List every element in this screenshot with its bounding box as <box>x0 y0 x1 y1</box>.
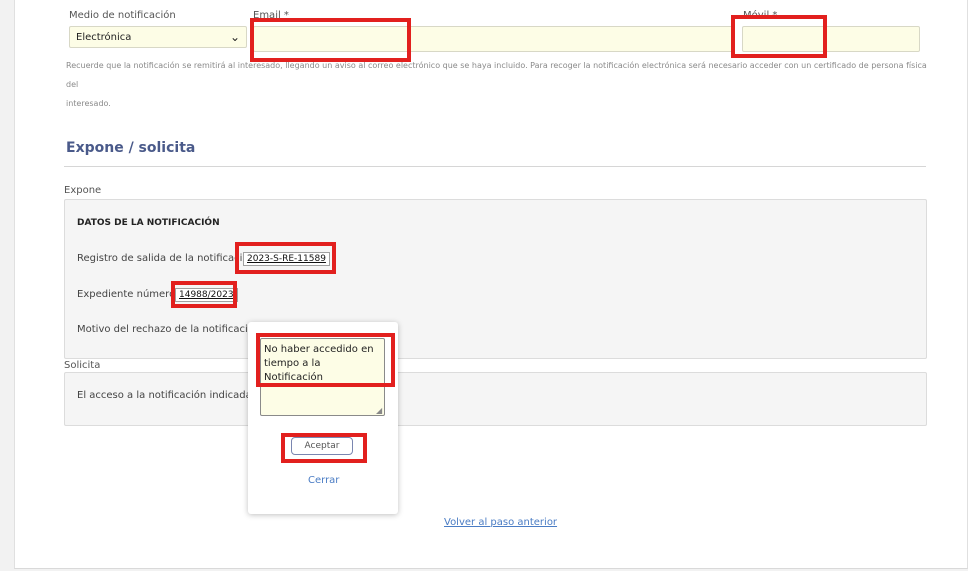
registro-label: Registro de salida de la notificación: <box>77 253 259 264</box>
solicita-text: El acceso a la notificación indicada. <box>77 390 255 401</box>
hint-line-1: Recuerde que la notificación se remitirá… <box>66 61 927 89</box>
medio-notificacion-select[interactable]: Electrónica ⌄ <box>69 26 247 48</box>
solicita-label: Solicita <box>64 360 101 371</box>
expediente-label: Expediente número: <box>77 289 179 300</box>
volver-link[interactable]: Volver al paso anterior <box>444 517 557 528</box>
highlight-box-movil <box>731 15 827 58</box>
motivo-label: Motivo del rechazo de la notificación: <box>77 324 264 335</box>
section-title-expone-solicita: Expone / solicita <box>66 140 196 156</box>
highlight-box-email <box>250 18 411 62</box>
medio-notificacion-value: Electrónica <box>76 31 132 43</box>
panel-heading: DATOS DE LA NOTIFICACIÓN <box>77 218 220 228</box>
hint-line-2: interesado. <box>66 99 111 108</box>
resize-grip-icon[interactable]: ◢ <box>376 407 384 415</box>
highlight-box-textarea <box>256 333 395 387</box>
cerrar-link[interactable]: Cerrar <box>308 475 339 486</box>
medio-notificacion-label: Medio de notificación <box>69 10 176 21</box>
expone-label: Expone <box>64 185 102 196</box>
highlight-box-registro <box>235 242 336 274</box>
highlight-box-aceptar <box>281 433 367 463</box>
chevron-down-icon: ⌄ <box>229 30 240 44</box>
section-divider <box>64 166 926 167</box>
highlight-box-expediente <box>171 281 237 308</box>
notification-hint: Recuerde que la notificación se remitirá… <box>66 56 936 113</box>
